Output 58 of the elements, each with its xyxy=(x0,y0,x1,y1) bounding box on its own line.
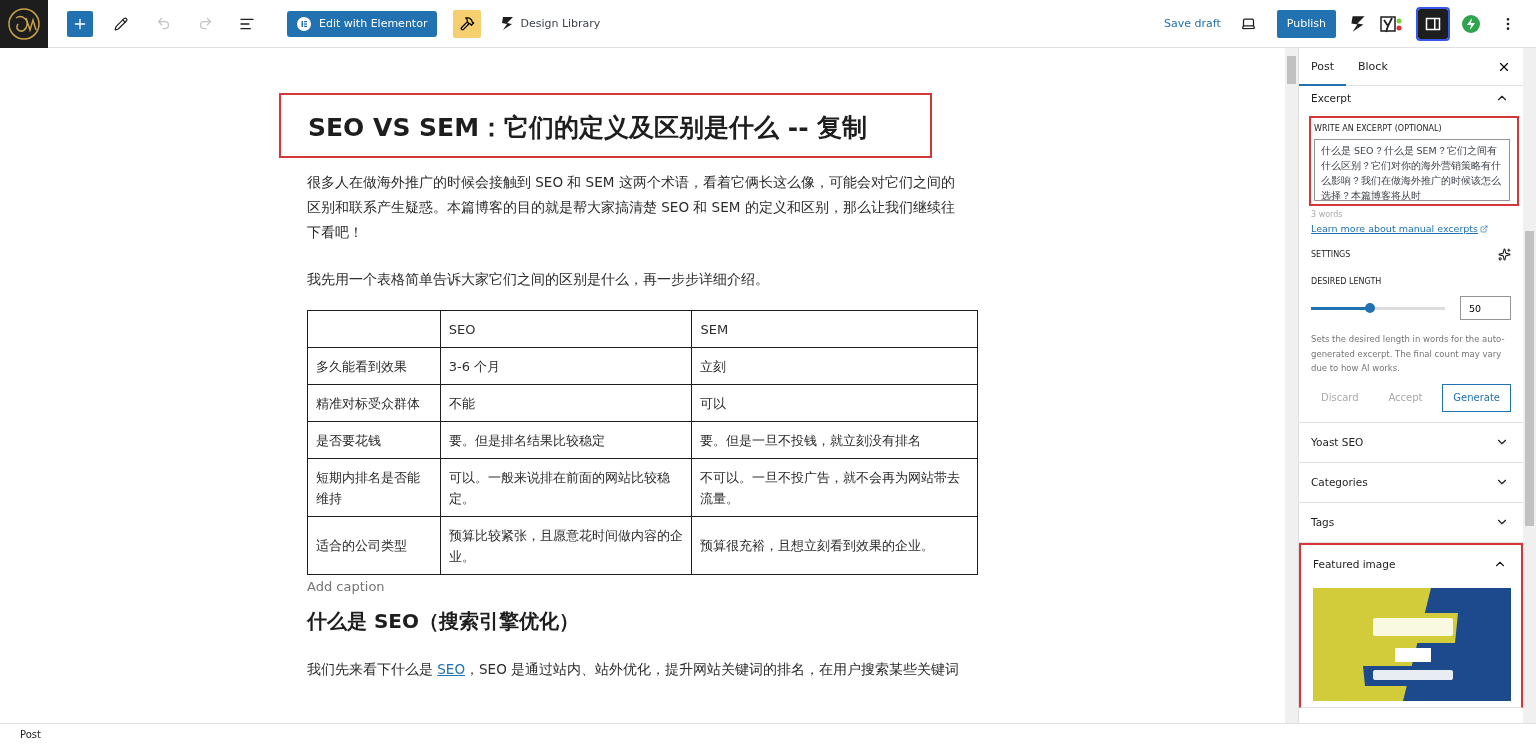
table-cell: SEO xyxy=(440,310,692,348)
panel-header[interactable]: Categories xyxy=(1299,462,1523,502)
paragraph: 我先用一个表格简单告诉大家它们之间的区别是什么，再一步步详细介绍。 xyxy=(307,270,770,289)
scrollbar[interactable] xyxy=(1285,48,1298,723)
external-link-icon xyxy=(1480,224,1489,233)
breadcrumb[interactable]: Post xyxy=(20,729,41,740)
table-cell: 立刻 xyxy=(691,347,978,385)
sidebar-tab[interactable]: Post xyxy=(1299,48,1346,86)
help-link[interactable]: Learn more about manual excerpts xyxy=(1311,223,1489,234)
plugin-icon[interactable] xyxy=(1380,13,1404,34)
slider[interactable] xyxy=(1311,306,1445,310)
word-count: 3 words xyxy=(1311,210,1344,219)
field-label: DESIRED LENGTH xyxy=(1311,277,1383,286)
heading: 什么是 SEO（搜索引擎优化） xyxy=(307,608,581,635)
table-cell: 预算比较紧张，且愿意花时间做内容的企业。 xyxy=(440,516,692,575)
logo-icon[interactable] xyxy=(0,0,48,48)
link[interactable]: SEO xyxy=(437,661,466,677)
section-label: SETTINGS xyxy=(1311,250,1351,259)
table-cell: SEM xyxy=(691,310,978,348)
table-cell: 精准对标受众群体 xyxy=(307,384,441,422)
panel-header[interactable]: Excerpt xyxy=(1299,86,1523,110)
table-cell: 可以 xyxy=(691,384,978,422)
elementor-icon xyxy=(297,16,311,31)
table-cell: 适合的公司类型 xyxy=(307,516,441,575)
scrollbar[interactable] xyxy=(1523,48,1536,723)
field-label: WRITE AN EXCERPT (OPTIONAL) xyxy=(1314,124,1443,133)
panel-header[interactable]: Tags xyxy=(1299,502,1523,542)
sidebar-tab[interactable]: Block xyxy=(1346,48,1400,86)
stack-icon[interactable] xyxy=(1350,14,1366,33)
table-cell: 不可以。一旦不投广告，就不会再为网站带去流量。 xyxy=(691,458,978,517)
sparkle-icon xyxy=(1498,248,1511,261)
table-cell: 是否要花钱 xyxy=(307,421,441,459)
elementor-button[interactable]: Edit with Elementor xyxy=(287,10,438,37)
table-cell: 可以。一般来说排在前面的网站比较稳定。 xyxy=(440,458,692,517)
hammer-icon[interactable] xyxy=(453,9,482,38)
action-button[interactable]: Generate xyxy=(1442,383,1511,412)
stack-icon xyxy=(501,16,515,31)
save-draft-link[interactable]: Save draft xyxy=(1164,17,1221,30)
design-library-button[interactable]: Design Library xyxy=(497,9,605,38)
help-text: Sets the desired length in words for the auto-generated excerpt. The final count may vary due to how AI works. xyxy=(1311,333,1506,375)
paragraph: 很多人在做海外推广的时候会接触到 SEO 和 SEM 这两个术语，看着它俩长这么像，可能会对它们之间的区别和联系产生疑惑。本篇博客的目的就是帮大家搞清楚 SEO 和 SEM 的定义和区别，那么让我们继续往下看吧！ xyxy=(307,173,956,242)
caption-placeholder[interactable]: Add caption xyxy=(307,579,385,594)
bolt-icon[interactable] xyxy=(1462,14,1480,33)
table-cell: 不能 xyxy=(440,384,692,422)
post-title[interactable]: SEO VS SEM：它们的定义及区别是什么 -- 复制 xyxy=(279,93,932,158)
table-cell: 3-6 个月 xyxy=(440,347,692,385)
panel-header[interactable]: Yoast SEO xyxy=(1299,422,1523,462)
add-block-button[interactable] xyxy=(67,10,93,37)
table-cell: 预算很充裕，且想立刻看到效果的企业。 xyxy=(691,516,978,575)
table-cell: 要。但是一旦不投钱，就立刻没有排名 xyxy=(691,421,978,459)
table-cell: 多久能看到效果 xyxy=(307,347,441,385)
table-cell: 要。但是排名结果比较稳定 xyxy=(440,421,692,459)
sidebar-toggle-icon[interactable] xyxy=(1418,8,1448,39)
paragraph: 我们先来看下什么是 SEO，SEO 是通过站内、站外优化，提升网站关键词的排名，在用户搜索某些关键词 xyxy=(307,660,961,679)
publish-button[interactable]: Publish xyxy=(1276,9,1336,38)
table-cell: 短期内排名是否能维持 xyxy=(307,458,441,517)
excerpt-field[interactable]: 什么是 SEO？什么是 SEM？它们之间有什么区别？它们对你的海外营销策略有什么影响？我们在做海外推广的时候该怎么选择？本篇博客将从时 xyxy=(1314,139,1510,201)
number-field[interactable]: 50 xyxy=(1460,296,1511,320)
